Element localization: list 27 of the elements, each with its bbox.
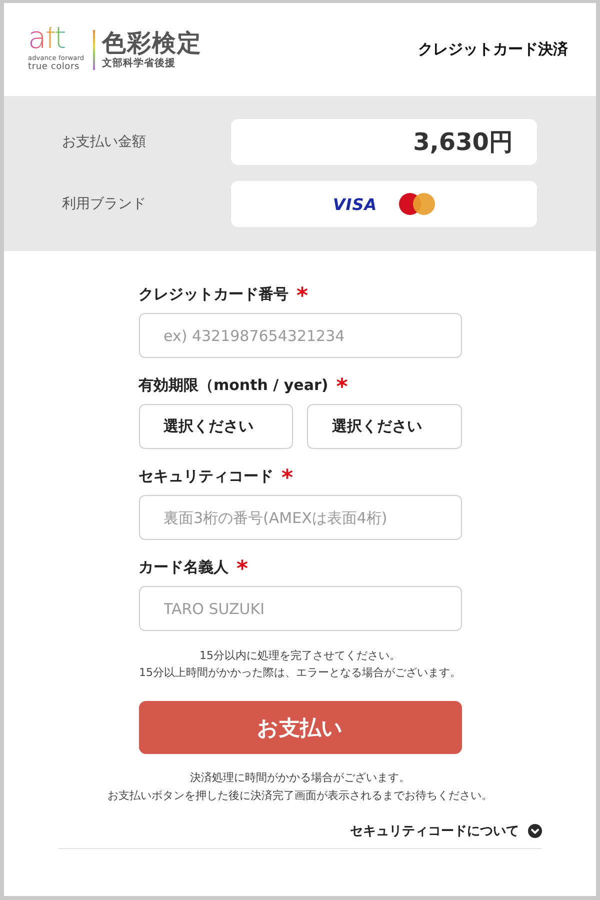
select-field[interactable]: 選択ください — [307, 404, 462, 449]
required-mark: * — [296, 286, 308, 308]
payment-notice: 決済処理に時間がかかる場合がございます。 お支払いボタンを押した後に決済完了画面が表示されるまでお待ちください。 — [106, 770, 494, 804]
input-field[interactable]: ex) 4321987654321234 — [138, 313, 462, 358]
page-title: クレジットカード決済 — [418, 40, 568, 59]
security-code-toggle[interactable]: セキュリティコードについて — [350, 822, 542, 840]
field-label: クレジットカード番号 — [138, 284, 288, 304]
summary-label: 利用ブランド — [62, 195, 147, 213]
amount-value: 3,630円 — [413, 127, 513, 158]
visa-logo-text: VISA — [332, 194, 378, 214]
field-label: 有効期限（month / year) — [138, 376, 328, 394]
field-label: セキュリティコード — [138, 466, 274, 486]
logo-mark: aft — [28, 27, 66, 51]
input-field[interactable]: 裏面3桁の番号(AMEXは表面4桁) — [138, 495, 462, 540]
required-mark: * — [336, 377, 348, 399]
select-field[interactable]: 選択ください — [138, 404, 293, 449]
card-brand-icon — [399, 193, 436, 215]
time-notice: 15分以内に処理を完了させてください。 15分以上時間がかかった際は、エラーとなる場合がございます。 — [138, 648, 462, 681]
summary-label: お支払い金額 — [62, 133, 147, 151]
logo-subtitle: 文部科学省後援 — [102, 58, 176, 70]
field-label: カード名義人 — [138, 558, 228, 576]
logo-title: 色彩検定 — [102, 29, 202, 57]
pay-button[interactable]: お支払い — [138, 701, 462, 754]
logo-tagline: true colors — [28, 62, 80, 72]
required-mark: * — [236, 559, 248, 581]
input-field[interactable]: TARO SUZUKI — [138, 586, 462, 631]
required-mark: * — [282, 468, 294, 490]
